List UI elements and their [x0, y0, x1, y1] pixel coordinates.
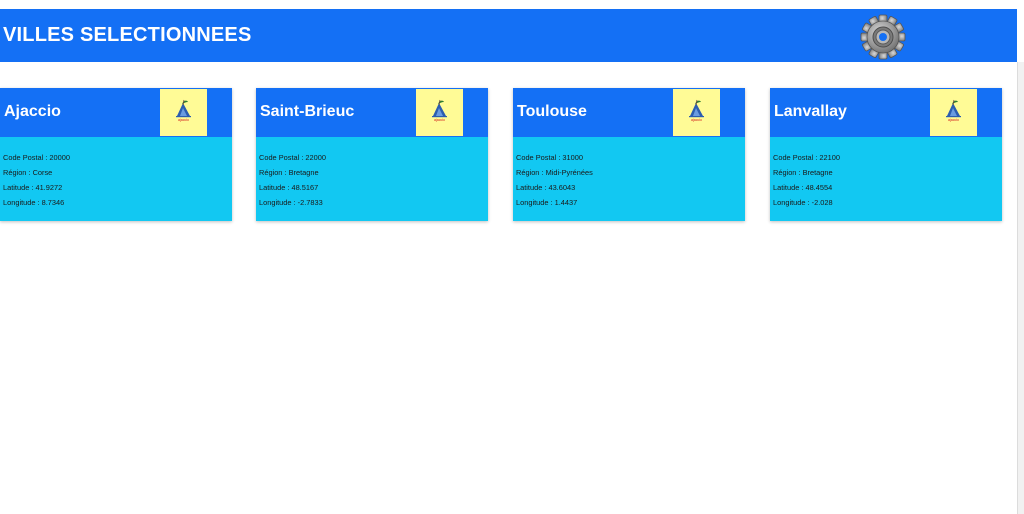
city-card-saint-brieuc[interactable]: Saint-Brieuc ajaccio Code Postal : 22000… — [256, 88, 488, 221]
city-name: Toulouse — [517, 103, 587, 120]
city-emblem-icon — [432, 99, 447, 118]
city-name: Lanvallay — [774, 103, 847, 120]
top-strip — [0, 0, 1024, 9]
region: Région : Midi-Pyrénées — [516, 168, 593, 177]
city-logo: ajaccio — [930, 89, 977, 136]
card-header: Ajaccio ajaccio — [0, 88, 232, 137]
latitude: Latitude : 43.6043 — [516, 183, 576, 192]
code-postal: Code Postal : 22000 — [259, 153, 326, 162]
latitude: Latitude : 41.9272 — [3, 183, 63, 192]
city-logo: ajaccio — [416, 89, 463, 136]
city-details: Code Postal : 22100 Région : Bretagne La… — [773, 150, 840, 210]
longitude: Longitude : 1.4437 — [516, 198, 578, 207]
gear-icon — [860, 14, 906, 60]
latitude: Latitude : 48.5167 — [259, 183, 319, 192]
header-bar: VILLES SELECTIONNEES — [0, 9, 1017, 62]
region: Région : Bretagne — [259, 168, 319, 177]
card-body: Code Postal : 31000 Région : Midi-Pyréné… — [513, 137, 745, 221]
city-name: Saint-Brieuc — [260, 103, 355, 120]
longitude: Longitude : 8.7346 — [3, 198, 65, 207]
longitude: Longitude : -2.7833 — [259, 198, 323, 207]
card-header: Toulouse ajaccio — [513, 88, 745, 137]
card-body: Code Postal : 20000 Région : Corse Latit… — [0, 137, 232, 221]
city-card-lanvallay[interactable]: Lanvallay ajaccio Code Postal : 22100 Ré… — [770, 88, 1002, 221]
page-title: VILLES SELECTIONNEES — [3, 24, 252, 46]
code-postal: Code Postal : 22100 — [773, 153, 840, 162]
card-body: Code Postal : 22000 Région : Bretagne La… — [256, 137, 488, 221]
card-body: Code Postal : 22100 Région : Bretagne La… — [770, 137, 1002, 221]
region: Région : Corse — [3, 168, 53, 177]
city-details: Code Postal : 31000 Région : Midi-Pyréné… — [516, 150, 593, 210]
latitude: Latitude : 48.4554 — [773, 183, 833, 192]
vertical-scrollbar[interactable] — [1017, 62, 1024, 514]
longitude: Longitude : -2.028 — [773, 198, 833, 207]
card-header: Lanvallay ajaccio — [770, 88, 1002, 137]
card-header: Saint-Brieuc ajaccio — [256, 88, 488, 137]
logo-caption: ajaccio — [178, 118, 189, 122]
page: VILLES SELECTIONNEES Ajaccio ajaccio Cod… — [0, 0, 1024, 514]
city-emblem-icon — [176, 99, 191, 118]
logo-caption: ajaccio — [434, 118, 445, 122]
city-emblem-icon — [946, 99, 961, 118]
city-details: Code Postal : 20000 Région : Corse Latit… — [3, 150, 70, 210]
city-details: Code Postal : 22000 Région : Bretagne La… — [259, 150, 326, 210]
city-logo: ajaccio — [160, 89, 207, 136]
city-card-ajaccio[interactable]: Ajaccio ajaccio Code Postal : 20000 Régi… — [0, 88, 232, 221]
region: Région : Bretagne — [773, 168, 833, 177]
settings-button[interactable] — [858, 12, 908, 62]
city-emblem-icon — [689, 99, 704, 118]
code-postal: Code Postal : 20000 — [3, 153, 70, 162]
city-logo: ajaccio — [673, 89, 720, 136]
city-card-toulouse[interactable]: Toulouse ajaccio Code Postal : 31000 Rég… — [513, 88, 745, 221]
code-postal: Code Postal : 31000 — [516, 153, 583, 162]
logo-caption: ajaccio — [948, 118, 959, 122]
city-name: Ajaccio — [4, 103, 61, 120]
logo-caption: ajaccio — [691, 118, 702, 122]
